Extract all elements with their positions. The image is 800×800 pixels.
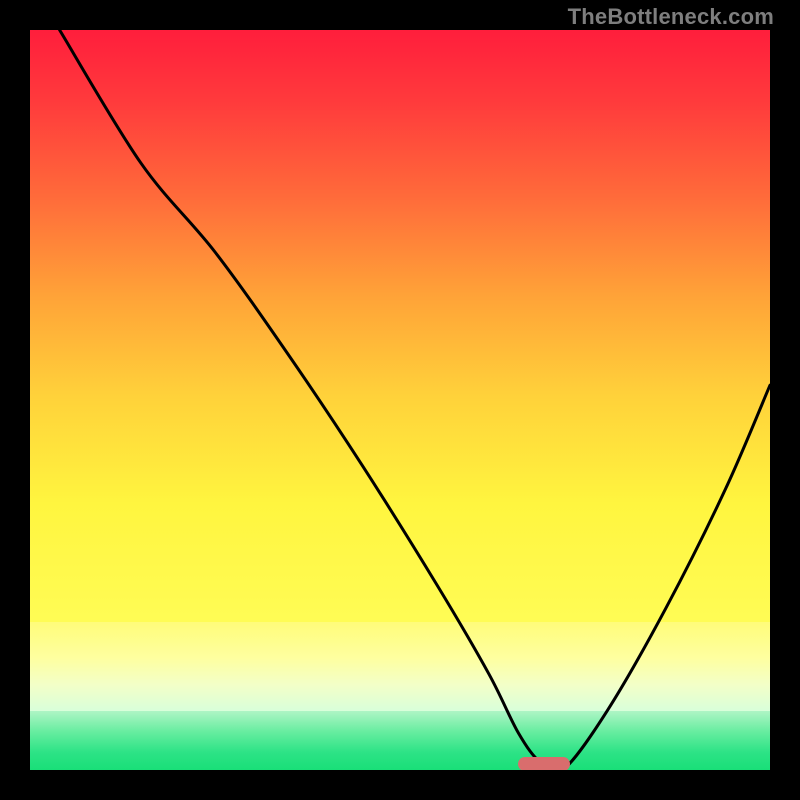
watermark-text: TheBottleneck.com [568,4,774,30]
bottleneck-curve [30,30,770,770]
chart-frame: TheBottleneck.com [0,0,800,800]
optimal-marker [518,757,570,770]
curve-path [60,30,770,770]
plot-area [30,30,770,770]
